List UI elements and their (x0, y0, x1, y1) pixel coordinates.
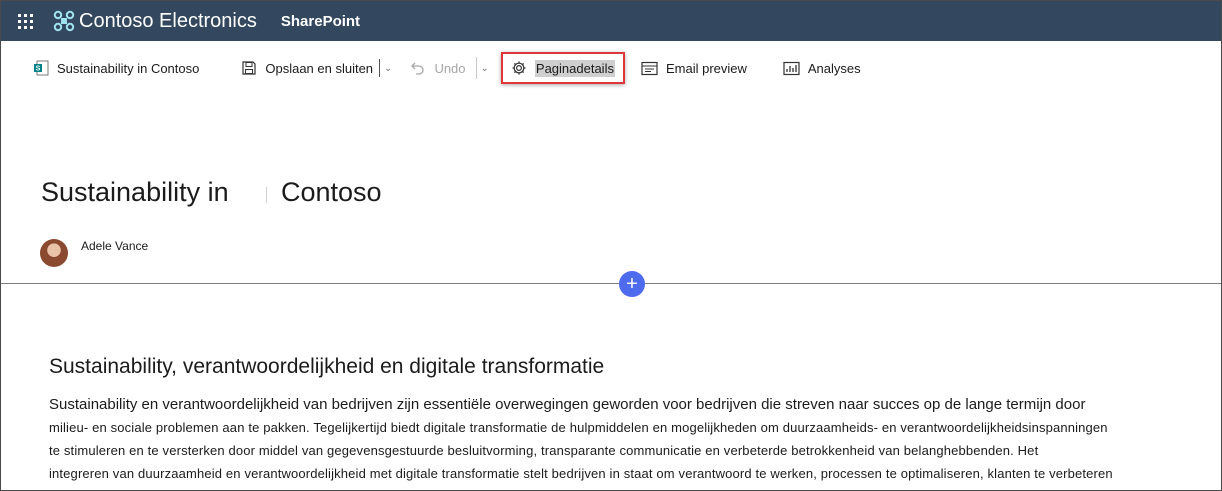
plus-icon: + (626, 273, 638, 295)
undo-icon (411, 62, 425, 75)
text-web-part[interactable]: Sustainability, verantwoordelijkheid en … (49, 355, 1189, 485)
analytics-button[interactable]: Analyses (777, 53, 867, 83)
suite-bar: Contoso Electronics SharePoint (1, 1, 1221, 41)
avatar (40, 239, 68, 267)
brand-name: Contoso Electronics (79, 9, 257, 32)
section-divider (1, 283, 1221, 284)
page-details-button[interactable]: Paginadetails (500, 52, 625, 84)
email-preview-button[interactable]: Email preview (635, 53, 753, 83)
author-name: Adele Vance (81, 239, 149, 253)
page-title[interactable]: Sustainability in (41, 177, 229, 208)
analytics-icon (783, 61, 800, 75)
undo-button[interactable]: Undo (404, 53, 471, 83)
page-details-label: Paginadetails (534, 59, 615, 77)
app-name[interactable]: SharePoint (281, 13, 360, 30)
article-line: integreren van duurzaamheid en verantwoo… (49, 466, 1113, 481)
page-name-label: Sustainability in Contoso (57, 60, 200, 76)
email-preview-label: Email preview (665, 60, 747, 76)
chevron-down-icon[interactable]: ⌄ (477, 63, 493, 74)
undo-label: Undo (434, 60, 466, 76)
page-title-continued[interactable]: Contoso (281, 177, 382, 208)
contoso-logo-icon (53, 10, 75, 32)
command-bar: S Sustainability in Contoso Opslaan en s… (1, 47, 1221, 89)
article-heading: Sustainability, verantwoordelijkheid en … (49, 355, 605, 378)
article-line: milieu- en sociale problemen aan te pakk… (49, 420, 1108, 435)
save-icon (242, 61, 256, 75)
article-lead: Sustainability en verantwoordelijkheid v… (49, 396, 1086, 413)
save-label: Opslaan en sluiten (265, 60, 374, 76)
article-line: te stimuleren en te versterken door midd… (49, 443, 1039, 458)
add-section-button[interactable]: + (619, 271, 645, 297)
page-name-button[interactable]: S Sustainability in Contoso (27, 53, 205, 83)
svg-text:S: S (36, 66, 41, 73)
brand[interactable]: Contoso Electronics (53, 10, 257, 33)
app-launcher-button[interactable] (1, 1, 49, 41)
waffle-icon (17, 13, 33, 29)
email-icon (641, 61, 658, 75)
gear-icon (512, 61, 526, 75)
title-caret (266, 187, 267, 203)
analytics-label: Analyses (807, 60, 861, 76)
author-byline[interactable]: Adele Vance (40, 237, 148, 267)
chevron-down-icon[interactable]: ⌄ (380, 63, 396, 74)
save-and-close-button[interactable]: Opslaan en sluiten (235, 53, 379, 83)
sharepoint-page-icon: S (34, 60, 49, 76)
